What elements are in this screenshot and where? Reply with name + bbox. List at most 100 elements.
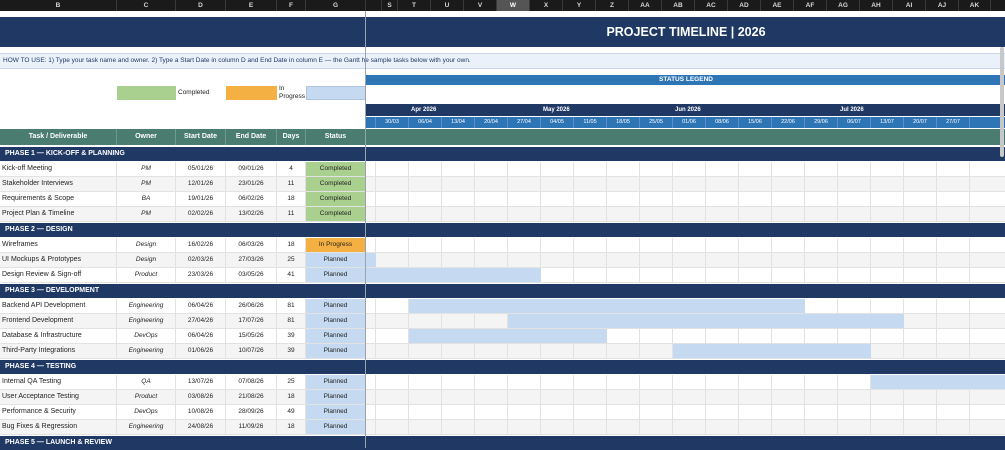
task-start-date[interactable]: 23/03/26: [176, 268, 226, 282]
column-letter[interactable]: AB: [662, 0, 695, 11]
gantt-cell[interactable]: [937, 344, 970, 358]
gantt-cell[interactable]: [640, 268, 673, 282]
gantt-cell[interactable]: [640, 405, 673, 419]
gantt-cell[interactable]: [442, 405, 475, 419]
gantt-cell[interactable]: [838, 253, 871, 267]
task-owner[interactable]: DevOps: [117, 405, 176, 419]
gantt-cell[interactable]: [607, 420, 640, 434]
gantt-cell[interactable]: [574, 405, 607, 419]
task-start-date[interactable]: 01/06/26: [176, 344, 226, 358]
gantt-cell[interactable]: [607, 390, 640, 404]
gantt-cell[interactable]: [871, 253, 904, 267]
gantt-cell[interactable]: [904, 299, 937, 313]
task-start-date[interactable]: 06/04/26: [176, 329, 226, 343]
task-status[interactable]: Completed: [306, 207, 366, 221]
gantt-cell[interactable]: [475, 192, 508, 206]
gantt-cell[interactable]: [640, 253, 673, 267]
gantt-cell[interactable]: [937, 299, 970, 313]
gantt-cell[interactable]: [475, 344, 508, 358]
gantt-cell[interactable]: [640, 162, 673, 176]
gantt-cell[interactable]: [607, 162, 640, 176]
gantt-cell[interactable]: [640, 238, 673, 252]
task-end-date[interactable]: 07/08/26: [226, 375, 277, 389]
task-days[interactable]: 18: [277, 192, 306, 206]
gantt-cell[interactable]: [409, 177, 442, 191]
gantt-cell[interactable]: [937, 405, 970, 419]
task-row[interactable]: Internal QA Testing QA 13/07/26 07/08/26 25 P…: [0, 375, 1005, 390]
gantt-cell[interactable]: [706, 162, 739, 176]
gantt-cell[interactable]: [739, 162, 772, 176]
gantt-cell[interactable]: [838, 192, 871, 206]
gantt-cell[interactable]: [442, 314, 475, 328]
gantt-cell[interactable]: [805, 238, 838, 252]
task-end-date[interactable]: 10/07/26: [226, 344, 277, 358]
gantt-cell[interactable]: [475, 420, 508, 434]
task-owner[interactable]: Design: [117, 238, 176, 252]
gantt-cell[interactable]: [772, 268, 805, 282]
task-name[interactable]: Project Plan & Timeline: [0, 207, 117, 221]
gantt-cell[interactable]: [640, 192, 673, 206]
gantt-cell[interactable]: [366, 192, 376, 206]
gantt-cell[interactable]: [673, 253, 706, 267]
task-name[interactable]: Wireframes: [0, 238, 117, 252]
gantt-cell[interactable]: [772, 390, 805, 404]
gantt-cell[interactable]: [409, 344, 442, 358]
gantt-cell[interactable]: [937, 238, 970, 252]
task-owner[interactable]: DevOps: [117, 329, 176, 343]
gantt-cell[interactable]: [541, 177, 574, 191]
gantt-cell[interactable]: [376, 299, 409, 313]
gantt-cell[interactable]: [904, 344, 937, 358]
gantt-cell[interactable]: [574, 344, 607, 358]
gantt-cell[interactable]: [607, 238, 640, 252]
gantt-cell[interactable]: [508, 344, 541, 358]
gantt-cell[interactable]: [607, 344, 640, 358]
task-row[interactable]: Backend API Development Engineering 06/04/…: [0, 299, 1005, 314]
gantt-cell[interactable]: [409, 375, 442, 389]
gantt-cell[interactable]: [739, 405, 772, 419]
gantt-cell[interactable]: [838, 299, 871, 313]
gantt-cell[interactable]: [607, 207, 640, 221]
task-row[interactable]: Wireframes Design 16/02/26 06/03/26 18 In Pro…: [0, 238, 1005, 253]
gantt-cell[interactable]: [541, 162, 574, 176]
task-owner[interactable]: PM: [117, 207, 176, 221]
header-task[interactable]: Task / Deliverable: [0, 129, 117, 145]
task-owner[interactable]: PM: [117, 177, 176, 191]
column-letter[interactable]: AD: [728, 0, 761, 11]
task-days[interactable]: 41: [277, 268, 306, 282]
gantt-cell[interactable]: [366, 329, 376, 343]
task-owner[interactable]: PM: [117, 162, 176, 176]
gantt-cell[interactable]: [366, 177, 376, 191]
gantt-cell[interactable]: [376, 405, 409, 419]
gantt-cell[interactable]: [541, 420, 574, 434]
gantt-cell[interactable]: [673, 375, 706, 389]
gantt-cell[interactable]: [574, 207, 607, 221]
task-owner[interactable]: BA: [117, 192, 176, 206]
gantt-cell[interactable]: [366, 207, 376, 221]
gantt-cell[interactable]: [475, 375, 508, 389]
gantt-cell[interactable]: [706, 207, 739, 221]
column-letter[interactable]: S: [382, 0, 398, 11]
gantt-cell[interactable]: [871, 329, 904, 343]
gantt-cell[interactable]: [937, 329, 970, 343]
task-status[interactable]: Planned: [306, 329, 366, 343]
task-status[interactable]: Planned: [306, 420, 366, 434]
task-days[interactable]: 11: [277, 177, 306, 191]
task-name[interactable]: Database & Infrastructure: [0, 329, 117, 343]
gantt-cell[interactable]: [640, 390, 673, 404]
gantt-cell[interactable]: [838, 268, 871, 282]
gantt-cell[interactable]: [871, 192, 904, 206]
task-status[interactable]: Planned: [306, 253, 366, 267]
gantt-cell[interactable]: [376, 390, 409, 404]
gantt-cell[interactable]: [871, 268, 904, 282]
gantt-cell[interactable]: [706, 420, 739, 434]
task-name[interactable]: Backend API Development: [0, 299, 117, 313]
gantt-cell[interactable]: [871, 420, 904, 434]
gantt-cell[interactable]: [574, 390, 607, 404]
gantt-cell[interactable]: [541, 268, 574, 282]
gantt-cell[interactable]: [871, 207, 904, 221]
task-start-date[interactable]: 16/02/26: [176, 238, 226, 252]
gantt-cell[interactable]: [409, 253, 442, 267]
gantt-cell[interactable]: [574, 268, 607, 282]
header-end-date[interactable]: End Date: [226, 129, 277, 145]
gantt-cell[interactable]: [366, 344, 376, 358]
